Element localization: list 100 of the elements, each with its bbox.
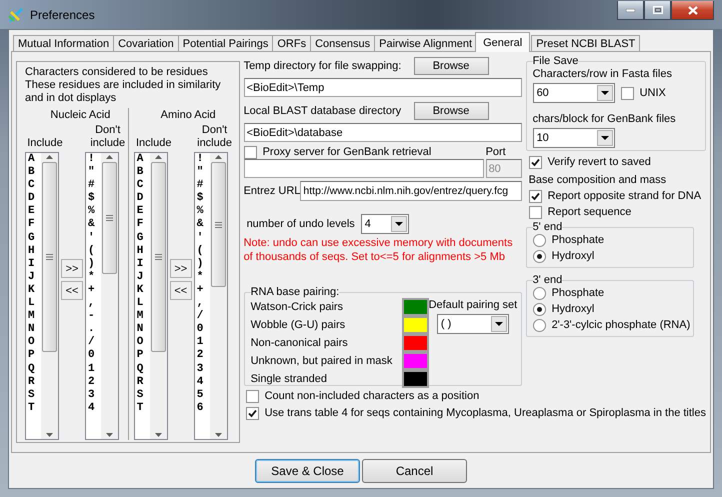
scrollbar[interactable] <box>101 153 118 439</box>
list-item[interactable]: 2 <box>196 349 210 362</box>
minimize-button[interactable] <box>617 1 644 20</box>
tab[interactable]: General <box>475 32 530 52</box>
list-item[interactable]: ! <box>88 153 101 166</box>
move-right-button[interactable]: >> <box>61 259 83 278</box>
list-item[interactable]: G <box>136 232 150 245</box>
scroll-down-icon[interactable] <box>46 433 53 437</box>
include-list[interactable]: A B C D E F G H I J K L M N O P Q R S T <box>25 152 59 440</box>
exclude-list[interactable]: ! " # $ % & ' ( ) * + , / 0 1 2 3 4 5 6 <box>194 152 228 440</box>
move-left-button[interactable]: << <box>61 281 83 300</box>
scroll-down-icon[interactable] <box>106 433 113 437</box>
close-button[interactable] <box>671 1 714 20</box>
list-item[interactable]: 2 <box>88 376 101 389</box>
radio-button[interactable] <box>532 234 546 246</box>
list-item[interactable]: % <box>88 205 101 218</box>
scrollbar[interactable] <box>210 153 227 439</box>
list-item[interactable]: ( <box>88 244 101 258</box>
list-item[interactable]: K <box>136 284 150 298</box>
move-left-button[interactable]: << <box>170 281 192 300</box>
proxy-server-field[interactable] <box>244 159 484 178</box>
list-item[interactable]: M <box>136 310 150 324</box>
dialog-button[interactable]: Cancel <box>362 458 467 482</box>
list-item[interactable]: 5 <box>196 388 210 402</box>
list-item[interactable]: G <box>28 232 41 245</box>
scroll-down-icon[interactable] <box>154 433 162 437</box>
list-item[interactable]: ) <box>88 258 101 271</box>
list-item[interactable]: J <box>28 270 41 284</box>
list-item[interactable]: S <box>28 388 41 402</box>
list-item[interactable]: L <box>136 297 150 310</box>
checkbox[interactable] <box>246 406 259 420</box>
scrollbar[interactable] <box>150 153 167 439</box>
list-item[interactable]: 6 <box>196 402 210 415</box>
list-item[interactable]: * <box>88 270 101 284</box>
list-item[interactable]: $ <box>88 192 101 206</box>
move-right-button[interactable]: >> <box>170 259 192 278</box>
list-item[interactable]: R <box>28 376 41 389</box>
list-item[interactable]: P <box>28 349 41 362</box>
list-item[interactable]: Q <box>136 362 150 376</box>
list-item[interactable]: T <box>28 402 41 415</box>
list-item[interactable]: F <box>136 218 150 232</box>
browse-button[interactable]: Browse <box>414 102 489 120</box>
list-item[interactable]: C <box>28 179 41 192</box>
list-item[interactable]: / <box>196 310 210 324</box>
list-item[interactable]: H <box>28 244 41 258</box>
list-item[interactable]: 3 <box>88 388 101 402</box>
tab[interactable]: Preset NCBI BLAST <box>531 35 640 52</box>
genbank-block-dropdown[interactable]: 10 <box>532 128 615 148</box>
list-item[interactable]: A <box>136 153 150 166</box>
list-item[interactable]: . <box>88 323 101 336</box>
list-item[interactable]: D <box>136 192 150 206</box>
list-item[interactable]: & <box>196 218 210 232</box>
list-item[interactable]: * <box>196 270 210 284</box>
scroll-up-icon[interactable] <box>154 155 162 159</box>
entrez-url-field[interactable]: http://www.ncbi.nlm.nih.gov/entrez/query.fcg <box>300 181 522 201</box>
list-item[interactable]: L <box>28 297 41 310</box>
color-swatch[interactable] <box>402 334 429 352</box>
scroll-down-icon[interactable] <box>214 433 222 437</box>
checkbox[interactable] <box>528 206 542 218</box>
checkbox[interactable] <box>246 390 259 402</box>
list-item[interactable]: Q <box>28 362 41 376</box>
tab[interactable]: Pairwise Alignment <box>374 35 478 52</box>
list-item[interactable]: J <box>136 270 150 284</box>
scroll-up-icon[interactable] <box>214 155 222 159</box>
radio-button[interactable] <box>532 302 546 316</box>
list-item[interactable]: ) <box>196 258 210 271</box>
exclude-list[interactable]: ! " # $ % & ' ( ) * + , - . / 0 1 2 3 4 <box>85 152 119 440</box>
color-swatch[interactable] <box>402 352 429 370</box>
list-item[interactable]: $ <box>196 192 210 206</box>
scroll-up-icon[interactable] <box>46 155 53 159</box>
list-item[interactable]: C <box>136 179 150 192</box>
list-item[interactable]: F <box>28 218 41 232</box>
list-item[interactable]: 1 <box>196 336 210 350</box>
color-swatch[interactable] <box>402 298 429 316</box>
list-item[interactable]: - <box>88 310 101 324</box>
list-item[interactable]: I <box>28 258 41 271</box>
list-item[interactable]: R <box>136 376 150 389</box>
list-item[interactable]: S <box>136 388 150 402</box>
list-item[interactable]: 0 <box>196 323 210 336</box>
list-item[interactable]: B <box>28 166 41 180</box>
tab[interactable]: Covariation <box>113 35 179 52</box>
dialog-button[interactable]: Save & Close <box>255 458 360 482</box>
list-item[interactable]: # <box>88 179 101 192</box>
list-item[interactable]: 1 <box>88 362 101 376</box>
checkbox[interactable] <box>528 156 542 168</box>
tab[interactable]: Mutual Information <box>13 35 114 52</box>
pairing-set-dropdown[interactable]: ( ) <box>436 314 509 334</box>
list-item[interactable]: B <box>136 166 150 180</box>
list-item[interactable]: + <box>88 284 101 298</box>
list-item[interactable]: P <box>136 349 150 362</box>
list-item[interactable]: N <box>28 323 41 336</box>
tab[interactable]: ORFs <box>272 35 312 52</box>
list-item[interactable]: 4 <box>196 376 210 389</box>
list-item[interactable]: D <box>28 192 41 206</box>
list-item[interactable]: + <box>196 284 210 298</box>
list-item[interactable]: I <box>136 258 150 271</box>
color-swatch[interactable] <box>402 316 429 334</box>
temp-directory-field[interactable]: <BioEdit>\Temp <box>244 78 522 97</box>
list-item[interactable]: " <box>196 166 210 180</box>
scroll-up-icon[interactable] <box>106 155 113 159</box>
